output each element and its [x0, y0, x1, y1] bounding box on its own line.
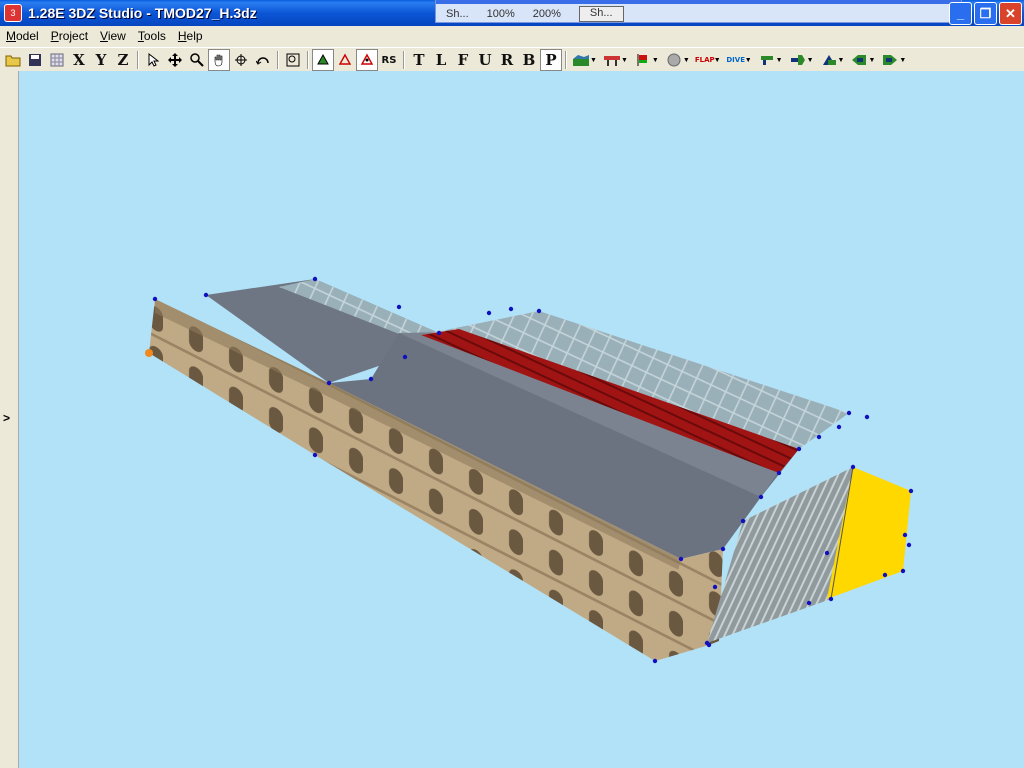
view-back-button[interactable]: B — [518, 49, 540, 71]
menu-bar: Model Project View Tools Help — [0, 26, 1024, 46]
menu-model[interactable]: Model — [0, 29, 45, 43]
station-model[interactable] — [19, 71, 1024, 768]
wing-left-icon[interactable] — [848, 49, 870, 71]
zoom-extents-icon[interactable] — [282, 49, 304, 71]
background-window-button[interactable]: Sh... — [578, 6, 624, 22]
menu-view[interactable]: View — [94, 29, 132, 43]
background-window[interactable]: Sh... 100% 200% Sh... — [435, 0, 962, 23]
gun-icon[interactable] — [756, 49, 778, 71]
zoom-icon[interactable] — [186, 49, 208, 71]
terrain-icon[interactable] — [570, 49, 592, 71]
flap-label: FLAP — [694, 56, 715, 64]
turret-icon[interactable] — [787, 49, 809, 71]
pointer-icon[interactable] — [142, 49, 164, 71]
disc-icon[interactable] — [663, 49, 685, 71]
menu-project[interactable]: Project — [45, 29, 94, 43]
view-left-button[interactable]: L — [430, 49, 452, 71]
axis-x-button[interactable]: X — [68, 49, 90, 71]
view-front-button[interactable]: F — [452, 49, 474, 71]
wing-right-icon[interactable] — [879, 49, 901, 71]
save-disk-icon[interactable] — [24, 49, 46, 71]
vertex-wire-icon[interactable] — [356, 49, 378, 71]
view-under-button[interactable]: U — [474, 49, 496, 71]
axis-y-button[interactable]: Y — [90, 49, 112, 71]
app-icon[interactable]: 3 — [4, 4, 22, 22]
maximize-button[interactable]: ❐ — [974, 2, 997, 25]
flag-icon[interactable] — [632, 49, 654, 71]
dive-icon[interactable]: DIVE — [725, 49, 747, 71]
view-perspective-button[interactable]: P — [540, 49, 562, 71]
main-toolbar: X Y Z RS T L F U R B P ▼ ▼ ▼ ▼ FLAP ▼ DIV… — [0, 47, 1024, 72]
view-right-button[interactable]: R — [496, 49, 518, 71]
window-title: 1.28E 3DZ Studio - TMOD27_H.3dz — [28, 5, 257, 21]
solid-shade-icon[interactable] — [312, 49, 334, 71]
pan-hand-icon[interactable] — [208, 49, 230, 71]
flap-icon[interactable]: FLAP — [694, 49, 716, 71]
cockpit-icon[interactable] — [818, 49, 840, 71]
view-top-button[interactable]: T — [408, 49, 430, 71]
close-button[interactable]: ✕ — [999, 2, 1022, 25]
dive-label: DIVE — [726, 56, 745, 64]
background-window-zoom1: 100% — [486, 8, 515, 20]
rotate-icon[interactable] — [230, 49, 252, 71]
expand-panel-arrow-icon[interactable]: > — [3, 411, 10, 425]
selected-vertex — [145, 349, 153, 357]
3d-viewport[interactable] — [19, 71, 1024, 768]
rs-button[interactable]: RS — [378, 49, 400, 71]
menu-help[interactable]: Help — [172, 29, 209, 43]
minimize-button[interactable]: _ — [949, 2, 972, 25]
road-icon[interactable] — [601, 49, 623, 71]
open-folder-icon[interactable] — [2, 49, 24, 71]
left-panel-strip: > — [0, 71, 19, 768]
background-window-text: Sh... — [446, 8, 469, 20]
undo-arc-icon[interactable] — [252, 49, 274, 71]
axis-z-button[interactable]: Z — [112, 49, 134, 71]
grid-icon[interactable] — [46, 49, 68, 71]
move-icon[interactable] — [164, 49, 186, 71]
wireframe-icon[interactable] — [334, 49, 356, 71]
menu-tools[interactable]: Tools — [132, 29, 172, 43]
background-window-zoom2: 200% — [532, 8, 561, 20]
